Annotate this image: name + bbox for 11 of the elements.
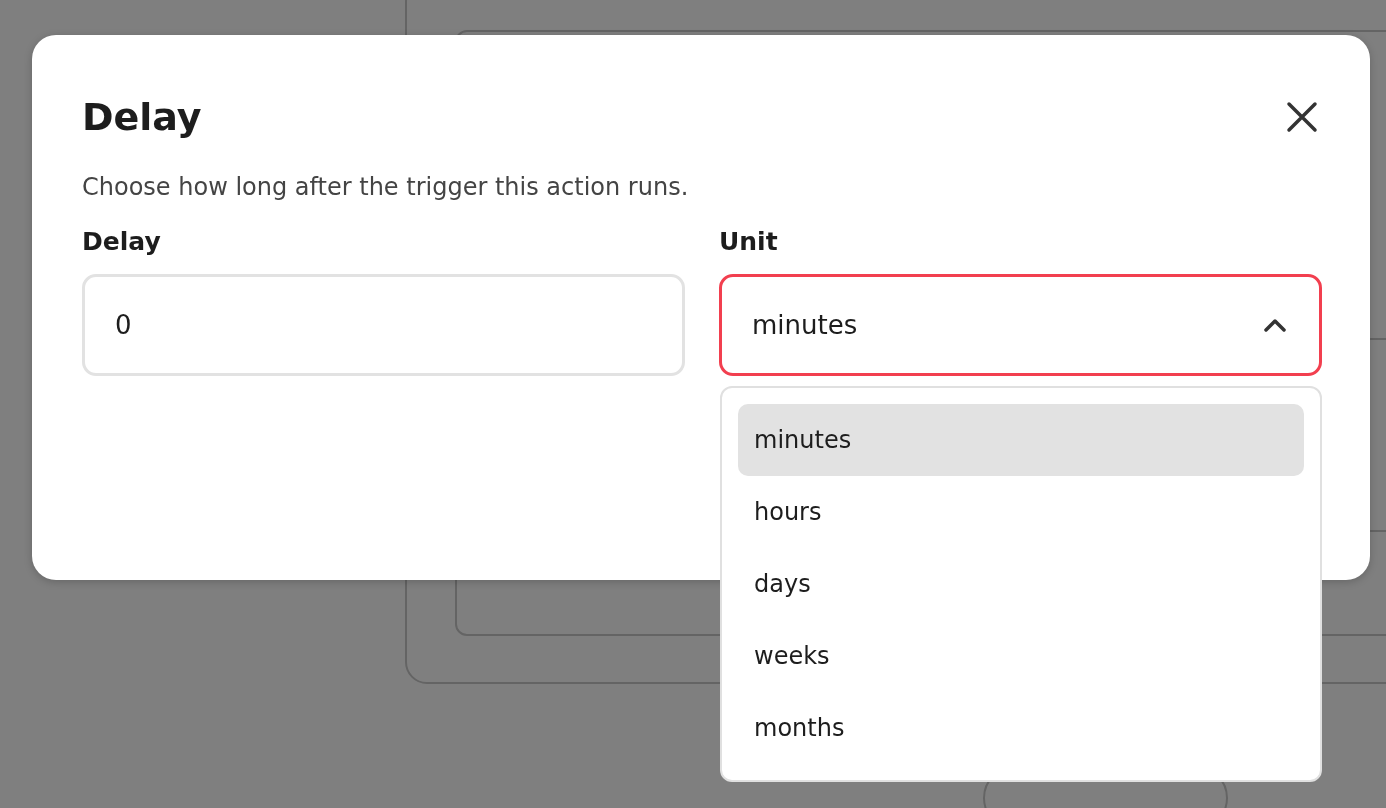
dropdown-option[interactable]: minutes: [738, 404, 1304, 476]
dropdown-option[interactable]: months: [738, 692, 1304, 764]
dropdown-option[interactable]: weeks: [738, 620, 1304, 692]
field-label: Delay: [82, 227, 161, 256]
dialog-description: Choose how long after the trigger this action runs.: [82, 173, 690, 201]
dropdown-option[interactable]: days: [738, 548, 1304, 620]
dropdown-option[interactable]: hours: [738, 476, 1304, 548]
field-label: Unit: [719, 227, 778, 256]
unit-select[interactable]: minutes: [719, 274, 1322, 376]
dialog-title: Delay: [82, 98, 202, 136]
delay-input[interactable]: 0: [82, 274, 685, 376]
